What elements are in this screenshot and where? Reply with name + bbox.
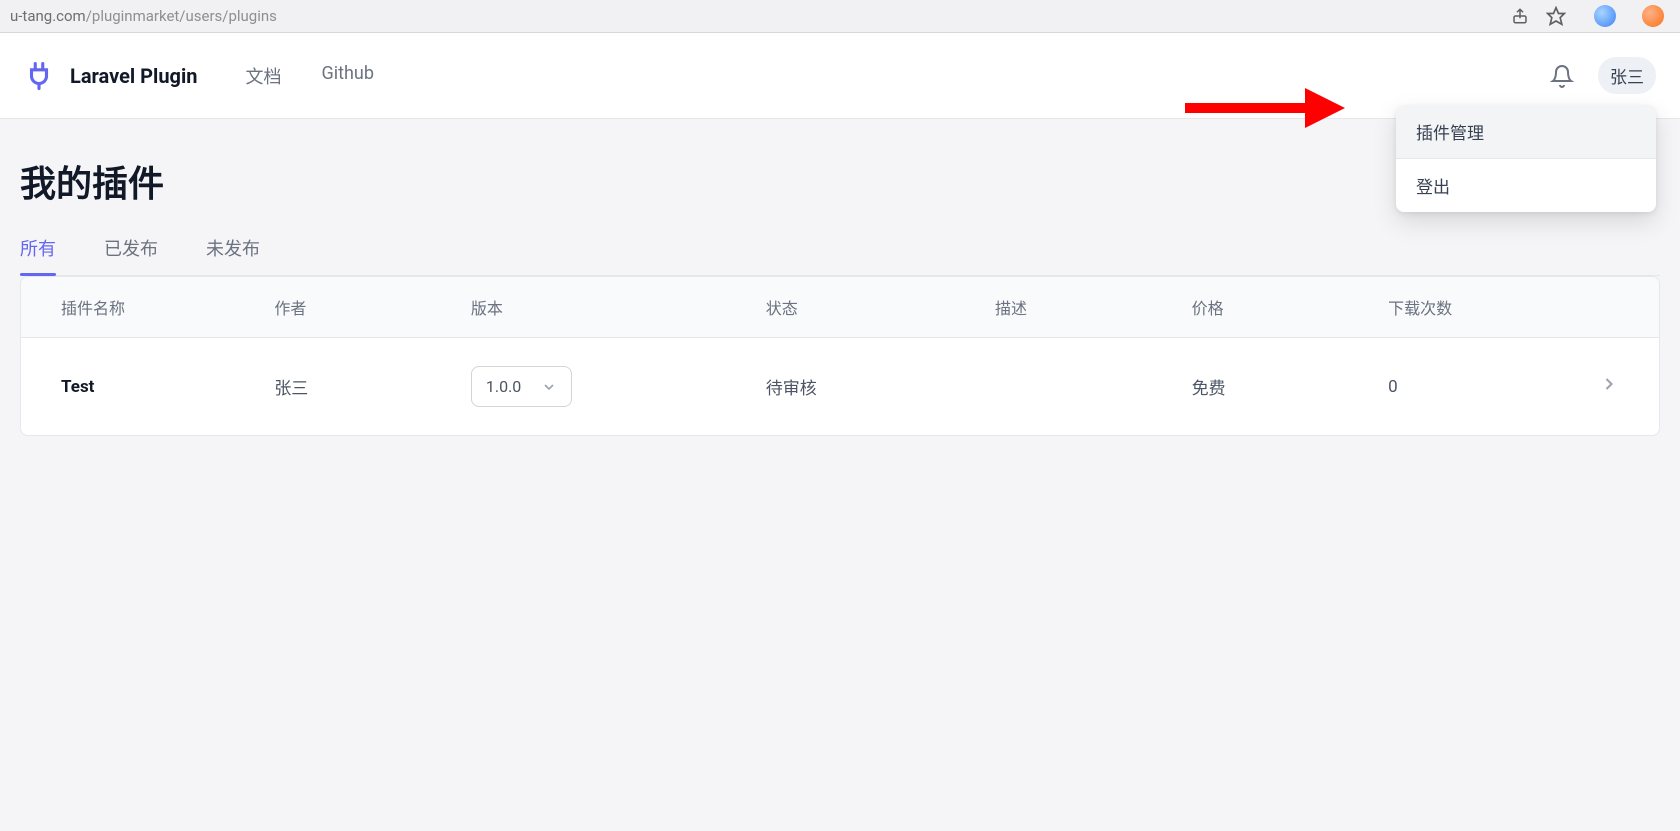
tab-unpublished[interactable]: 未发布 — [206, 235, 260, 275]
th-name: 插件名称 — [21, 277, 250, 338]
url-host: u-tang.com — [10, 7, 86, 25]
th-downloads: 下载次数 — [1364, 277, 1561, 338]
browser-actions — [1510, 5, 1664, 27]
cell-name: Test — [21, 338, 250, 436]
brand-name: Laravel Plugin — [70, 64, 197, 88]
plug-icon — [24, 61, 54, 91]
cell-price: 免费 — [1168, 338, 1365, 436]
user-menu-button[interactable]: 张三 — [1598, 57, 1656, 94]
cell-version: 1.0.0 — [447, 338, 742, 436]
th-version: 版本 — [447, 277, 742, 338]
dropdown-logout[interactable]: 登出 — [1396, 159, 1656, 212]
tabs: 所有 已发布 未发布 — [20, 235, 1660, 276]
user-dropdown: 插件管理 登出 — [1396, 105, 1656, 212]
th-status: 状态 — [742, 277, 971, 338]
logo-area[interactable]: Laravel Plugin — [24, 61, 197, 91]
table-row[interactable]: Test 张三 1.0.0 待审核 免费 0 — [21, 338, 1659, 436]
th-price: 价格 — [1168, 277, 1365, 338]
th-description: 描述 — [971, 277, 1168, 338]
th-action — [1561, 277, 1659, 338]
nav-links: 文档 Github — [245, 63, 373, 89]
tab-all[interactable]: 所有 — [20, 235, 56, 275]
cell-downloads: 0 — [1364, 338, 1561, 436]
chevron-down-icon — [541, 379, 557, 395]
share-icon[interactable] — [1510, 6, 1530, 26]
cell-description — [971, 338, 1168, 436]
chevron-right-icon[interactable] — [1599, 374, 1619, 394]
bell-icon[interactable] — [1550, 64, 1574, 88]
table-header-row: 插件名称 作者 版本 状态 描述 价格 下载次数 — [21, 277, 1659, 338]
tab-published[interactable]: 已发布 — [104, 235, 158, 275]
url-display: u-tang.com/pluginmarket/users/plugins — [8, 7, 1510, 25]
cell-status: 待审核 — [742, 338, 971, 436]
nav-docs[interactable]: 文档 — [245, 63, 281, 89]
site-header: Laravel Plugin 文档 Github 张三 插件管理 登出 — [0, 33, 1680, 119]
cell-author: 张三 — [250, 338, 447, 436]
url-path: /pluginmarket/users/plugins — [86, 7, 277, 25]
browser-address-bar: u-tang.com/pluginmarket/users/plugins — [0, 0, 1680, 33]
dropdown-plugin-manage[interactable]: 插件管理 — [1396, 105, 1656, 158]
version-select[interactable]: 1.0.0 — [471, 366, 572, 407]
header-right: 张三 — [1550, 57, 1656, 94]
th-author: 作者 — [250, 277, 447, 338]
extension-icon[interactable] — [1594, 5, 1616, 27]
version-value: 1.0.0 — [486, 377, 521, 396]
nav-github[interactable]: Github — [321, 63, 373, 89]
plugins-table: 插件名称 作者 版本 状态 描述 价格 下载次数 Test 张三 1.0.0 — [20, 276, 1660, 436]
star-icon[interactable] — [1546, 6, 1566, 26]
extension-icon[interactable] — [1642, 5, 1664, 27]
cell-action — [1561, 338, 1659, 436]
